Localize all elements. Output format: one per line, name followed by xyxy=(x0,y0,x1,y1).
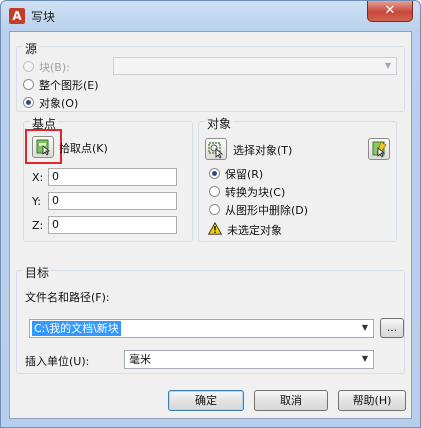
z-label: Z: xyxy=(32,219,44,232)
write-block-dialog: A 写块 ✕ 源 块(B): ▼ 整个图形(E) 对象(O) 基点 拾取点(K)… xyxy=(0,0,421,428)
z-coordinate-field[interactable]: 0 xyxy=(48,216,177,234)
chevron-down-icon: ▼ xyxy=(361,323,369,332)
entire-drawing-radio[interactable] xyxy=(23,79,34,90)
file-path-value: C:\我的文档\新块 xyxy=(32,321,121,336)
close-button[interactable]: ✕ xyxy=(367,1,413,22)
entire-drawing-label: 整个图形(E) xyxy=(39,79,99,92)
block-radio-label: 块(B): xyxy=(39,61,70,74)
y-coordinate-field[interactable]: 0 xyxy=(48,192,177,210)
pick-point-button[interactable] xyxy=(32,136,54,158)
block-name-combo[interactable]: ▼ xyxy=(113,57,397,75)
cancel-button[interactable]: 取消 xyxy=(254,390,328,411)
retain-label: 保留(R) xyxy=(225,168,264,181)
pick-point-icon xyxy=(36,139,51,156)
window-title: 写块 xyxy=(31,10,56,24)
warning-icon xyxy=(208,222,222,235)
destination-title: 目标 xyxy=(23,264,52,281)
quick-select-button[interactable] xyxy=(368,138,390,160)
quick-select-icon xyxy=(372,141,387,158)
insert-units-value: 毫米 xyxy=(129,353,151,366)
objects-radio-label: 对象(O) xyxy=(39,97,79,110)
objects-radio[interactable] xyxy=(23,97,34,108)
x-label: X: xyxy=(32,171,44,184)
x-coordinate-field[interactable]: 0 xyxy=(48,168,177,186)
objects-group: 对象 选择对象(T) 保留(R) 转换为块(C) 从图形中删除(D) 未选定对象 xyxy=(198,115,397,242)
select-objects-icon xyxy=(208,142,224,159)
source-group: 源 块(B): ▼ 整个图形(E) 对象(O) xyxy=(16,40,405,112)
ok-button[interactable]: 确定 xyxy=(168,390,244,411)
file-path-combo[interactable]: C:\我的文档\新块 ▼ xyxy=(29,319,374,338)
y-label: Y: xyxy=(32,195,41,208)
autocad-a-icon: A xyxy=(9,8,25,24)
block-radio[interactable] xyxy=(23,61,34,72)
help-button[interactable]: 帮助(H) xyxy=(338,390,406,411)
select-objects-label: 选择对象(T) xyxy=(233,144,293,157)
destination-group: 目标 文件名和路径(F): C:\我的文档\新块 ▼ ... 插入单位(U): … xyxy=(16,264,405,374)
dialog-body: 源 块(B): ▼ 整个图形(E) 对象(O) 基点 拾取点(K) X: 0 Y… xyxy=(9,31,412,419)
source-title: 源 xyxy=(23,40,40,57)
pick-point-label: 拾取点(K) xyxy=(59,142,108,155)
chevron-down-icon: ▼ xyxy=(384,61,392,70)
no-objects-selected-text: 未选定对象 xyxy=(227,224,282,237)
objects-title: 对象 xyxy=(205,115,234,132)
file-path-label: 文件名和路径(F): xyxy=(25,291,110,304)
base-point-group: 基点 拾取点(K) X: 0 Y: 0 Z: 0 xyxy=(23,115,193,242)
insert-units-combo[interactable]: 毫米 ▼ xyxy=(124,350,374,369)
chevron-down-icon: ▼ xyxy=(361,354,369,363)
title-bar[interactable]: A 写块 ✕ xyxy=(1,1,420,31)
select-objects-button[interactable] xyxy=(205,138,227,160)
delete-from-drawing-radio[interactable] xyxy=(209,204,220,215)
browse-button[interactable]: ... xyxy=(380,318,404,338)
convert-to-block-label: 转换为块(C) xyxy=(225,186,286,199)
convert-to-block-radio[interactable] xyxy=(209,186,220,197)
delete-from-drawing-label: 从图形中删除(D) xyxy=(225,204,309,217)
insert-units-label: 插入单位(U): xyxy=(25,355,90,368)
retain-radio[interactable] xyxy=(209,168,220,179)
